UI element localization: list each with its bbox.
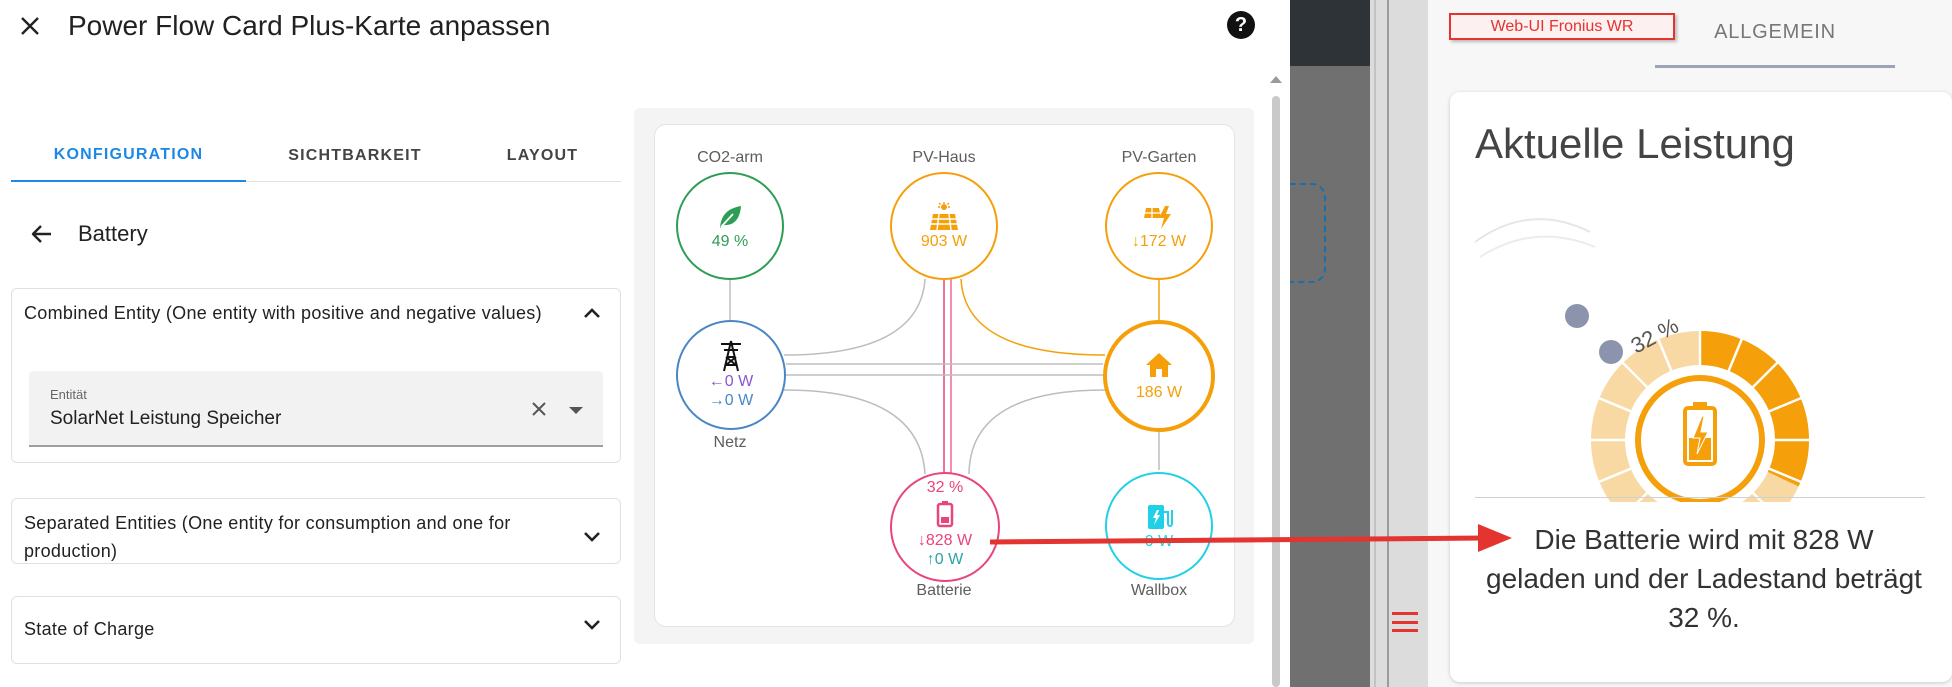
wallbox-value: 0 W — [1144, 532, 1174, 550]
battery-node[interactable]: 32 % ↓828 W ↑0 W — [890, 472, 1000, 582]
state-of-charge-title: State of Charge — [24, 619, 155, 639]
card-title: Aktuelle Leistung — [1475, 120, 1795, 167]
pv-garten-caption: PV-Garten — [1121, 149, 1197, 166]
chevron-down-icon — [580, 525, 604, 549]
home-icon — [1146, 352, 1172, 377]
wallbox-caption: Wallbox — [1130, 582, 1188, 599]
back-button[interactable] — [28, 220, 56, 248]
dashed-card-outline — [1290, 183, 1326, 283]
card-divider — [1475, 497, 1925, 498]
solar-panel-icon — [930, 201, 958, 230]
web-ui-fronius-button[interactable]: Web-UI Fronius WR — [1449, 13, 1675, 40]
divider — [1374, 0, 1376, 687]
tab-konfiguration[interactable]: KONFIGURATION — [11, 130, 246, 182]
home-node[interactable]: 186 W — [1103, 320, 1215, 432]
entity-picker[interactable]: Entität SolarNet Leistung Speicher — [29, 371, 603, 447]
pv-haus-value: 903 W — [920, 232, 968, 250]
separated-entities-title: Separated Entities (One entity for consu… — [24, 513, 511, 561]
dialog-title: Power Flow Card Plus-Karte anpassen — [68, 10, 551, 41]
battery-description: Die Batterie wird mit 828 W geladen und … — [1486, 524, 1922, 633]
transmission-tower-icon — [721, 340, 741, 372]
editor-tabs: KONFIGURATION SICHTBARKEIT LAYOUT — [11, 130, 621, 182]
help-circle-icon: ? — [1234, 13, 1248, 36]
battery-icon — [936, 501, 954, 528]
co2-caption: CO2-arm — [697, 149, 763, 166]
grid-node[interactable]: ←0 W →0 W — [676, 320, 786, 430]
battery-caption: Batterie — [916, 582, 972, 599]
tab-layout[interactable]: LAYOUT — [464, 130, 621, 182]
dropdown-arrow-icon[interactable] — [569, 407, 583, 414]
section-title: Battery — [78, 221, 148, 246]
wallbox-node[interactable]: 0 W — [1105, 472, 1213, 580]
co2-value: 49 % — [711, 232, 749, 250]
grid-caption: Netz — [713, 434, 747, 451]
combined-entity-panel: Combined Entity (One entity with positiv… — [11, 288, 621, 463]
battery-soc: 32 % — [926, 479, 964, 496]
tab-sichtbarkeit[interactable]: SICHTBARKEIT — [246, 130, 464, 182]
chevron-down-icon — [580, 613, 604, 637]
entity-field-label: Entität — [50, 387, 87, 402]
ev-station-icon — [1148, 504, 1173, 529]
pv-haus-caption: PV-Haus — [912, 149, 976, 166]
scroll-up-arrow-icon[interactable] — [1270, 76, 1282, 83]
battery-in-value: ↓828 W — [917, 532, 973, 549]
pv-garten-value: ↓172 W — [1131, 232, 1187, 250]
dialog-scrollbar[interactable] — [1272, 96, 1280, 687]
background-header-strip — [1290, 0, 1370, 66]
leaf-icon — [720, 205, 741, 228]
pv-garten-node[interactable]: ↓172 W — [1105, 172, 1213, 280]
close-button[interactable] — [14, 10, 46, 42]
card-editor-dialog: Power Flow Card Plus-Karte anpassen ? KO… — [0, 0, 1290, 687]
chevron-up-icon — [580, 301, 604, 325]
gauge-dot — [1565, 304, 1589, 328]
grid-in-value: ←0 W — [708, 373, 754, 390]
co2-node[interactable]: 49 % — [676, 172, 784, 280]
hamburger-menu-icon[interactable] — [1392, 612, 1418, 632]
help-button[interactable]: ? — [1227, 11, 1255, 39]
close-icon — [21, 17, 39, 35]
combined-entity-title: Combined Entity (One entity with positiv… — [24, 303, 542, 323]
state-of-charge-panel[interactable]: State of Charge — [11, 596, 621, 664]
tab-allgemein[interactable]: ALLGEMEIN — [1655, 0, 1895, 68]
battery-out-value: ↑0 W — [926, 551, 964, 568]
gauge-dot — [1599, 340, 1623, 364]
separated-entities-header[interactable]: Separated Entities (One entity for consu… — [12, 499, 620, 575]
state-of-charge-header[interactable]: State of Charge — [12, 597, 620, 653]
clear-icon[interactable] — [527, 397, 551, 421]
battery-gauge: 32 % — [1474, 218, 1810, 502]
combined-entity-header[interactable]: Combined Entity (One entity with positiv… — [12, 289, 620, 337]
home-value: 186 W — [1135, 383, 1183, 401]
grid-out-value: →0 W — [708, 392, 754, 409]
background-overlay-strip — [1290, 66, 1370, 687]
arrow-left-icon — [31, 225, 51, 243]
solar-power-icon — [1144, 205, 1171, 229]
aktuelle-leistung-card: Aktuelle Leistung 32 % Die Batterie wird… — [1450, 92, 1952, 682]
entity-field-value: SolarNet Leistung Speicher — [50, 408, 282, 429]
divider — [1387, 0, 1389, 687]
section-header: Battery — [28, 220, 148, 248]
separated-entities-panel[interactable]: Separated Entities (One entity for consu… — [11, 498, 621, 564]
pv-haus-node[interactable]: 903 W — [890, 172, 998, 280]
